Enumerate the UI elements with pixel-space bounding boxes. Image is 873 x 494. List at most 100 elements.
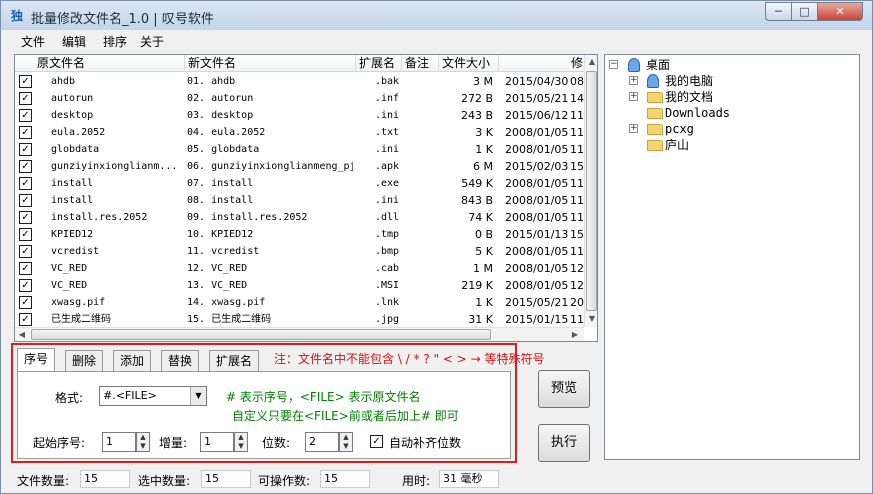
- tree-node-my-documents[interactable]: + 我的文档: [609, 89, 809, 105]
- execute-button[interactable]: 执行: [538, 424, 590, 462]
- increment-spinner[interactable]: ▲ ▼: [234, 432, 248, 452]
- row-checkbox[interactable]: ✓: [19, 75, 32, 88]
- table-row[interactable]: ✓ xwasg.pif 14. xwasg.pif .lnk 1 K 2015/05/21…: [15, 294, 585, 311]
- menu-bar: 文件 编辑 排序 关于: [2, 30, 871, 51]
- tree-node-desktop[interactable]: − 桌面: [609, 57, 809, 73]
- extension-cell: .bak: [375, 76, 400, 87]
- scroll-down-arrow-icon[interactable]: ▼: [585, 313, 597, 325]
- chevron-down-icon[interactable]: ▼: [190, 387, 206, 405]
- desktop-icon: [628, 58, 640, 72]
- tab-replace[interactable]: 替换: [161, 350, 200, 371]
- maximize-button[interactable]: □: [791, 2, 818, 21]
- original-name-cell: ahdb: [51, 76, 76, 87]
- table-row[interactable]: ✓ install 08. install .ini 843 B 2008/01/05 11: [15, 192, 585, 209]
- row-checkbox[interactable]: ✓: [19, 313, 32, 326]
- auto-pad-checkbox[interactable]: ✓: [370, 435, 383, 448]
- table-row[interactable]: ✓ vcredist 11. vcredist .bmp 5 K 2008/01/05 11: [15, 243, 585, 260]
- tree-label-my-computer: 我的电脑: [665, 74, 714, 88]
- tree-node-downloads[interactable]: Downloads: [609, 105, 809, 121]
- tab-delete[interactable]: 删除: [65, 350, 104, 371]
- tab-extension[interactable]: 扩展名: [209, 350, 260, 371]
- row-checkbox[interactable]: ✓: [19, 245, 32, 258]
- file-size-cell: 549 K: [461, 177, 493, 190]
- row-checkbox[interactable]: ✓: [19, 228, 32, 241]
- row-checkbox[interactable]: ✓: [19, 160, 32, 173]
- rename-options-panel: 序号 删除 添加 替换 扩展名 格式: #.<FILE> ▼ # 表示序号，<F…: [11, 343, 517, 463]
- digits-input[interactable]: 2: [305, 432, 339, 452]
- table-row[interactable]: ✓ install.res.2052 09. install.res.2052 .dl…: [15, 209, 585, 226]
- table-row[interactable]: ✓ ahdb 01. ahdb .bak 3 M 2015/04/30 08: [15, 73, 585, 90]
- expand-icon[interactable]: +: [629, 124, 638, 133]
- status-bar: 文件数量: 15 选中数量: 15 可操作数: 15 用时: 31 毫秒: [2, 467, 871, 493]
- file-list[interactable]: 原文件名 新文件名 扩展名 备注 文件大小 修 ✓ ahdb 01. ahdb .ba…: [14, 54, 598, 342]
- table-row[interactable]: ✓ gunziyinxionglianm... 06. gunziyinxiongl…: [15, 158, 585, 175]
- modified-time-cell: 11: [570, 109, 584, 122]
- title-bar[interactable]: 独 批量修改文件名_1.0 | 叹号软件 ─ □ ✕: [1, 1, 872, 30]
- column-remark[interactable]: 备注: [402, 55, 439, 72]
- row-checkbox[interactable]: ✓: [19, 92, 32, 105]
- table-row[interactable]: ✓ KPIED12 10. KPIED12 .tmp 0 B 2015/01/13 15: [15, 226, 585, 243]
- file-size-cell: 219 K: [461, 279, 493, 292]
- row-checkbox[interactable]: ✓: [19, 109, 32, 122]
- table-row[interactable]: ✓ autorun 02. autorun .inf 272 B 2015/05/21 14: [15, 90, 585, 107]
- column-extension[interactable]: 扩展名: [356, 55, 402, 72]
- scroll-left-arrow-icon[interactable]: ◀: [15, 329, 29, 341]
- column-new-name[interactable]: 新文件名: [185, 55, 356, 72]
- table-row[interactable]: ✓ 已生成二维码 15. 已生成二维码 .jpg 31 K 2015/01/15 11: [15, 311, 585, 328]
- minimize-button[interactable]: ─: [765, 2, 792, 21]
- expand-icon[interactable]: +: [629, 92, 638, 101]
- folder-icon: [647, 108, 663, 119]
- collapse-icon[interactable]: −: [609, 60, 618, 69]
- modified-date-cell: 2015/02/03: [505, 160, 569, 173]
- tree-node-lushan[interactable]: 庐山: [609, 137, 809, 153]
- row-checkbox[interactable]: ✓: [19, 279, 32, 292]
- increment-input[interactable]: 1: [200, 432, 234, 452]
- tree-node-pcxg[interactable]: + pcxg: [609, 121, 809, 137]
- extension-cell: .ini: [375, 144, 400, 155]
- menu-file[interactable]: 文件: [21, 33, 45, 50]
- preview-button[interactable]: 预览: [538, 370, 590, 408]
- row-checkbox[interactable]: ✓: [19, 126, 32, 139]
- tab-add[interactable]: 添加: [113, 350, 152, 371]
- table-row[interactable]: ✓ eula.2052 04. eula.2052 .txt 3 K 2008/01/05…: [15, 124, 585, 141]
- table-row[interactable]: ✓ install 07. install .exe 549 K 2008/01/05 11: [15, 175, 585, 192]
- column-modified[interactable]: 修: [499, 55, 585, 72]
- row-checkbox[interactable]: ✓: [19, 143, 32, 156]
- row-checkbox[interactable]: ✓: [19, 296, 32, 309]
- new-name-cell: 05. globdata: [187, 144, 260, 155]
- format-select[interactable]: #.<FILE> ▼: [99, 386, 207, 406]
- menu-about[interactable]: 关于: [140, 33, 164, 50]
- scroll-up-arrow-icon[interactable]: ▲: [585, 56, 597, 68]
- start-index-input[interactable]: 1: [102, 432, 136, 452]
- close-button[interactable]: ✕: [817, 2, 863, 21]
- tree-node-my-computer[interactable]: + 我的电脑: [609, 73, 809, 89]
- modified-time-cell: 14: [570, 92, 584, 105]
- modified-time-cell: 11: [570, 126, 584, 139]
- menu-edit[interactable]: 编辑: [62, 33, 86, 50]
- column-original-name[interactable]: 原文件名: [15, 55, 185, 72]
- vertical-scroll-thumb[interactable]: [586, 71, 597, 311]
- table-row[interactable]: ✓ VC_RED 13. VC_RED .MSI 219 K 2008/01/05 12: [15, 277, 585, 294]
- folder-tree[interactable]: − 桌面 + 我的电脑 + 我的文档 Downloads + pcxg 庐山: [604, 54, 860, 460]
- digits-spinner[interactable]: ▲ ▼: [339, 432, 353, 452]
- table-row[interactable]: ✓ desktop 03. desktop .ini 243 B 2015/06/12 11: [15, 107, 585, 124]
- tab-sequence[interactable]: 序号: [17, 348, 56, 371]
- table-row[interactable]: ✓ VC_RED 12. VC_RED .cab 1 M 2008/01/05 12: [15, 260, 585, 277]
- row-checkbox[interactable]: ✓: [19, 194, 32, 207]
- table-row[interactable]: ✓ globdata 05. globdata .ini 1 K 2008/01/05 11: [15, 141, 585, 158]
- menu-sort[interactable]: 排序: [103, 33, 127, 50]
- start-index-spinner[interactable]: ▲ ▼: [136, 432, 150, 452]
- expand-icon[interactable]: +: [629, 76, 638, 85]
- column-file-size[interactable]: 文件大小: [439, 55, 499, 72]
- row-checkbox[interactable]: ✓: [19, 262, 32, 275]
- window-title: 批量修改文件名_1.0 | 叹号软件: [31, 12, 214, 27]
- vertical-scrollbar[interactable]: ▲ ▼: [584, 55, 597, 327]
- horizontal-scroll-thumb[interactable]: [31, 329, 491, 340]
- scroll-right-arrow-icon[interactable]: ▶: [568, 329, 582, 341]
- format-label: 格式:: [55, 391, 84, 405]
- increment-label: 增量:: [159, 436, 188, 450]
- row-checkbox[interactable]: ✓: [19, 211, 32, 224]
- row-checkbox[interactable]: ✓: [19, 177, 32, 190]
- modified-time-cell: 20: [570, 296, 584, 309]
- horizontal-scrollbar[interactable]: ◀ ▶: [15, 327, 584, 341]
